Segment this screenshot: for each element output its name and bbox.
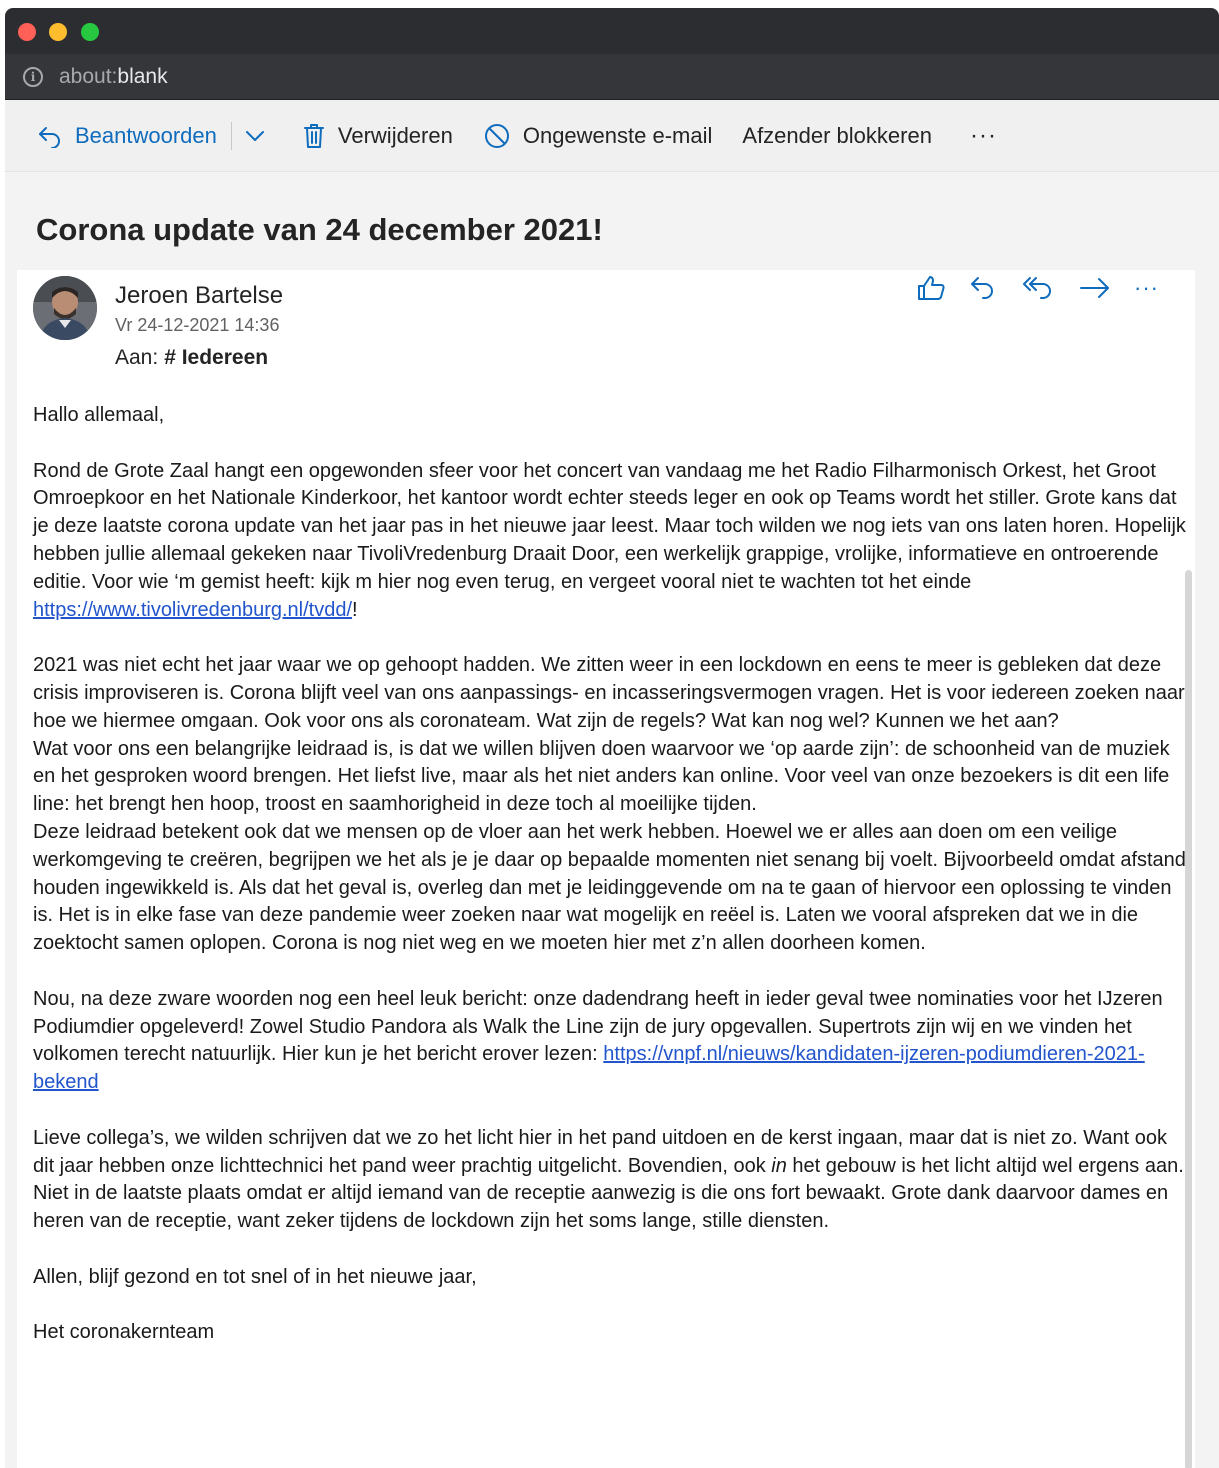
reply-options-dropdown[interactable] (244, 129, 266, 143)
thumbs-up-icon (918, 276, 945, 300)
forward-button[interactable] (1078, 274, 1112, 302)
like-button[interactable] (916, 274, 946, 302)
more-options-button[interactable]: ··· (970, 122, 997, 150)
recipients-line: Aan: # Iedereen (115, 346, 268, 370)
junk-label: Ongewenste e-mail (522, 122, 713, 148)
reply-all-icon (1023, 277, 1052, 299)
tvdd-link[interactable]: https://www.tivolivredenburg.nl/tvdd/ (33, 599, 352, 621)
minimize-window-button[interactable] (49, 23, 67, 41)
info-icon[interactable]: i (23, 66, 43, 87)
chevron-down-icon (245, 130, 264, 141)
block-sender-button[interactable]: Afzender blokkeren (742, 123, 932, 149)
closing-line: Allen, blijf gezond en tot snel of in he… (33, 1265, 477, 1288)
command-bar: Beantwoorden Verwijderen Ongewenste e-ma… (5, 100, 1219, 172)
greeting: Hallo allemaal, (33, 404, 165, 426)
blocked-icon (484, 123, 509, 148)
more-icon: ··· (969, 121, 997, 149)
paragraph-2c: Deze leidraad betekent ook dat we mensen… (33, 820, 1186, 955)
recipient[interactable]: # Iedereen (164, 346, 268, 369)
reply-icon (39, 126, 60, 148)
delete-button[interactable]: Verwijderen (302, 123, 453, 149)
reply-message-button[interactable] (968, 274, 998, 302)
message-body: Hallo allemaal, Rond de Grote Zaal hangt… (33, 402, 1193, 1375)
trash-icon (303, 123, 324, 148)
more-actions-button[interactable]: ··· (1134, 275, 1159, 301)
block-sender-label: Afzender blokkeren (742, 122, 932, 148)
paragraph-4-emphasis: in (771, 1154, 787, 1177)
paragraph-2b: Wat voor ons een belangrijke leidraad is… (33, 737, 1170, 816)
sent-date: Vr 24-12-2021 14:36 (115, 315, 280, 335)
email-subject: Corona update van 24 december 2021! (36, 212, 603, 247)
reply-label: Beantwoorden (75, 122, 217, 148)
sender-name[interactable]: Jeroen Bartelse (115, 282, 283, 310)
paragraph-2a: 2021 was niet echt het jaar waar we op g… (33, 654, 1185, 732)
forward-icon (1080, 278, 1110, 298)
message-actions: ··· (894, 274, 1159, 302)
url-text[interactable]: about:blank (59, 65, 168, 89)
url-scheme: about: (59, 64, 118, 88)
more-icon: ··· (1134, 275, 1159, 300)
split-divider (230, 121, 232, 150)
paragraph-3: Nou, na deze zware woorden nog een heel … (33, 986, 1193, 1097)
maximize-window-button[interactable] (81, 23, 99, 41)
reply-icon (971, 277, 994, 299)
reply-all-button[interactable] (1020, 274, 1056, 302)
paragraph-1: Rond de Grote Zaal hangt een opgewonden … (33, 458, 1193, 625)
paragraph-1-text: Rond de Grote Zaal hangt een opgewonden … (33, 459, 1186, 593)
junk-button[interactable]: Ongewenste e-mail (483, 122, 713, 150)
close-window-button[interactable] (18, 23, 36, 41)
url-path: blank (117, 64, 168, 88)
address-bar[interactable]: i about:blank (5, 54, 1219, 100)
signature: Het coronakernteam (33, 1321, 215, 1344)
reply-button[interactable]: Beantwoorden (37, 123, 217, 149)
avatar[interactable] (33, 276, 97, 340)
to-label: Aan: (115, 346, 159, 369)
paragraph-4: Lieve collega’s, we wilden schrijven dat… (33, 1125, 1193, 1236)
avatar-image (33, 276, 97, 340)
title-bar (5, 8, 1219, 54)
delete-label: Verwijderen (337, 122, 453, 148)
paragraph-1-end: ! (352, 598, 358, 621)
